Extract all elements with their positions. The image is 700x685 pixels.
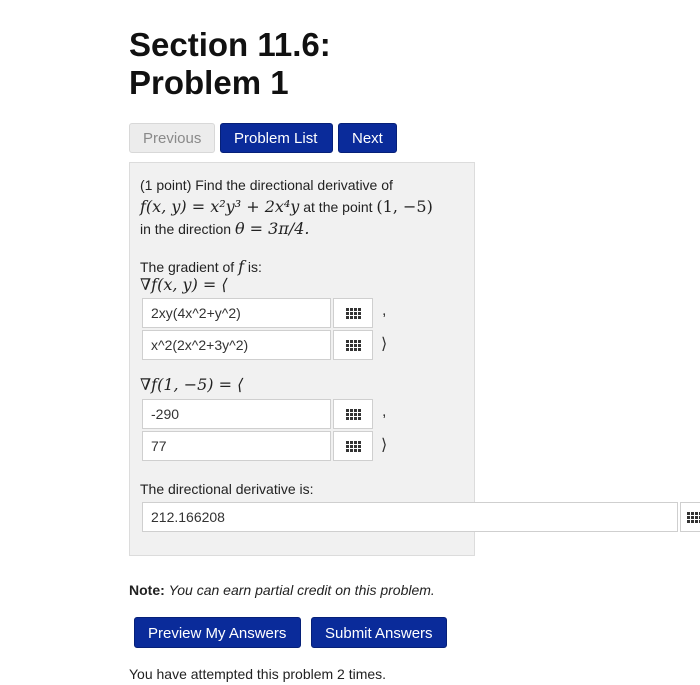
comma-separator: ,: [382, 403, 387, 420]
gradient-is: is:: [247, 259, 262, 275]
grad-point-y-input[interactable]: 77: [142, 431, 331, 461]
gradient-at-point-expression: ∇f(1, −5) = ⟨: [140, 375, 244, 394]
directional-input[interactable]: 212.166208: [142, 502, 678, 532]
problem-intro: (1 point) Find the directional derivativ…: [140, 177, 393, 193]
previous-button[interactable]: Previous: [129, 123, 215, 153]
gradient-expression: ∇f(x, y) = ⟨: [140, 275, 228, 294]
close-bracket: ⟩: [381, 437, 388, 454]
point-expression: (1, −5): [376, 197, 433, 216]
directional-label: The directional derivative is:: [140, 481, 314, 497]
gradient-f: f: [238, 257, 244, 276]
function-expression: f(x, y) = x²y³ + 2x⁴y: [140, 197, 300, 216]
keyboard-grid-icon[interactable]: [333, 330, 373, 360]
page-title-line1: Section 11.6:: [129, 26, 331, 63]
direction-text: in the direction: [140, 221, 232, 237]
problem-function-line: f(x, y) = x²y³ + 2x⁴y at the point (1, −…: [140, 197, 433, 216]
note: Note: You can earn partial credit on thi…: [129, 582, 435, 598]
submit-answers-button[interactable]: Submit Answers: [311, 617, 447, 648]
preview-answers-button[interactable]: Preview My Answers: [134, 617, 301, 648]
grad-point-x-input[interactable]: -290: [142, 399, 331, 429]
keyboard-grid-icon[interactable]: [333, 298, 373, 328]
theta-expression: θ = 3π/4.: [234, 219, 310, 238]
note-label: Note:: [129, 582, 165, 598]
comma-separator: ,: [382, 302, 387, 319]
keyboard-grid-icon[interactable]: [333, 399, 373, 429]
note-text: You can earn partial credit on this prob…: [168, 582, 435, 598]
direction-line: in the direction θ = 3π/4.: [140, 219, 310, 238]
keyboard-grid-icon[interactable]: [333, 431, 373, 461]
keyboard-grid-icon[interactable]: [680, 502, 700, 532]
attempt-status: You have attempted this problem 2 times.: [129, 666, 387, 682]
page-title-line2: Problem 1: [129, 64, 289, 101]
grad-x-input[interactable]: 2xy(4x^2+y^2): [142, 298, 331, 328]
grad-y-input[interactable]: x^2(2x^2+3y^2): [142, 330, 331, 360]
page-title: Section 11.6: Problem 1: [129, 26, 331, 102]
next-button[interactable]: Next: [338, 123, 397, 153]
close-bracket: ⟩: [381, 336, 388, 353]
gradient-label-text: The gradient of: [140, 259, 235, 275]
at-point-text: at the point: [303, 199, 373, 215]
problem-list-button[interactable]: Problem List: [220, 123, 333, 153]
gradient-label: The gradient of f is:: [140, 257, 262, 276]
